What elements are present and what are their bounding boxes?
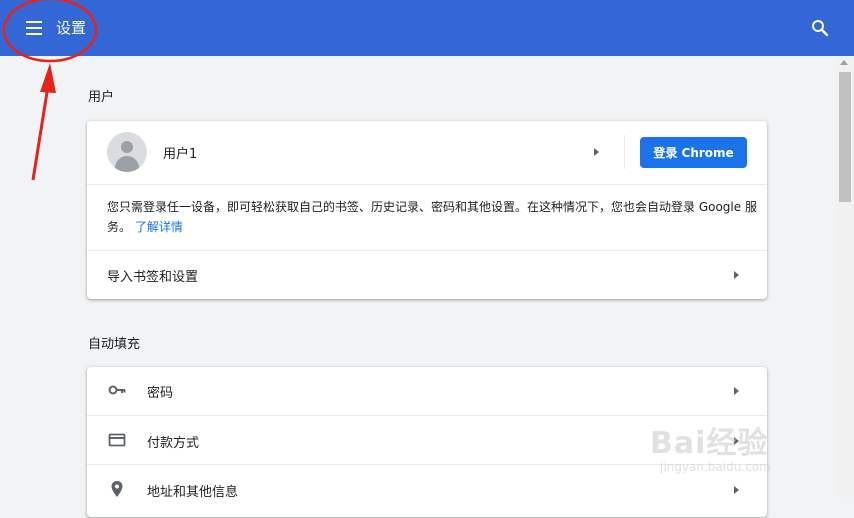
sync-description-text: 您只需登录任一设备，即可轻松获取自己的书签、历史记录、密码和其他设置。在这种情况…: [107, 200, 757, 234]
scrollbar[interactable]: [836, 56, 854, 497]
sync-description: 您只需登录任一设备，即可轻松获取自己的书签、历史记录、密码和其他设置。在这种情况…: [107, 197, 757, 237]
autofill-item-label: 地址和其他信息: [147, 485, 239, 500]
autofill-item-label: 密码: [147, 386, 174, 401]
sync-description-row: 您只需登录任一设备，即可轻松获取自己的书签、历史记录、密码和其他设置。在这种情况…: [87, 184, 767, 251]
divider: [624, 135, 625, 169]
autofill-card: 密码 付款方式 地址和其他信息: [87, 367, 767, 517]
page-title: 设置: [56, 19, 87, 37]
autofill-item-passwords[interactable]: 密码: [87, 367, 767, 415]
user-arrow-icon[interactable]: [594, 148, 599, 156]
credit-card-icon: [107, 430, 127, 450]
people-card: 用户1 登录 Chrome 您只需登录任一设备，即可轻松获取自己的书签、历史记录…: [87, 121, 767, 299]
scroll-thumb[interactable]: [839, 72, 851, 202]
user-row: 用户1 登录 Chrome: [87, 121, 767, 184]
chevron-right-icon: [734, 486, 739, 494]
import-bookmarks-row[interactable]: 导入书签和设置: [87, 250, 767, 300]
learn-more-link[interactable]: 了解详情: [135, 220, 183, 234]
avatar: [107, 132, 147, 172]
scroll-up-arrow-icon[interactable]: [840, 60, 848, 65]
top-app-bar: 设置: [0, 0, 854, 56]
autofill-item-label: 付款方式: [147, 436, 200, 451]
chevron-right-icon: [734, 387, 739, 395]
import-bookmarks-label: 导入书签和设置: [107, 270, 199, 285]
signin-chrome-button[interactable]: 登录 Chrome: [640, 137, 747, 168]
chevron-right-icon: [734, 437, 739, 445]
import-arrow-icon: [734, 271, 739, 279]
location-pin-icon: [107, 479, 127, 499]
search-icon[interactable]: [806, 14, 834, 42]
hamburger-menu-icon[interactable]: [20, 16, 48, 40]
section-title-people: 用户: [88, 90, 115, 105]
autofill-item-addresses[interactable]: 地址和其他信息: [87, 464, 767, 518]
section-title-autofill: 自动填充: [88, 337, 141, 352]
key-icon: [107, 380, 127, 400]
autofill-item-payments[interactable]: 付款方式: [87, 415, 767, 465]
user-name: 用户1: [163, 147, 198, 162]
